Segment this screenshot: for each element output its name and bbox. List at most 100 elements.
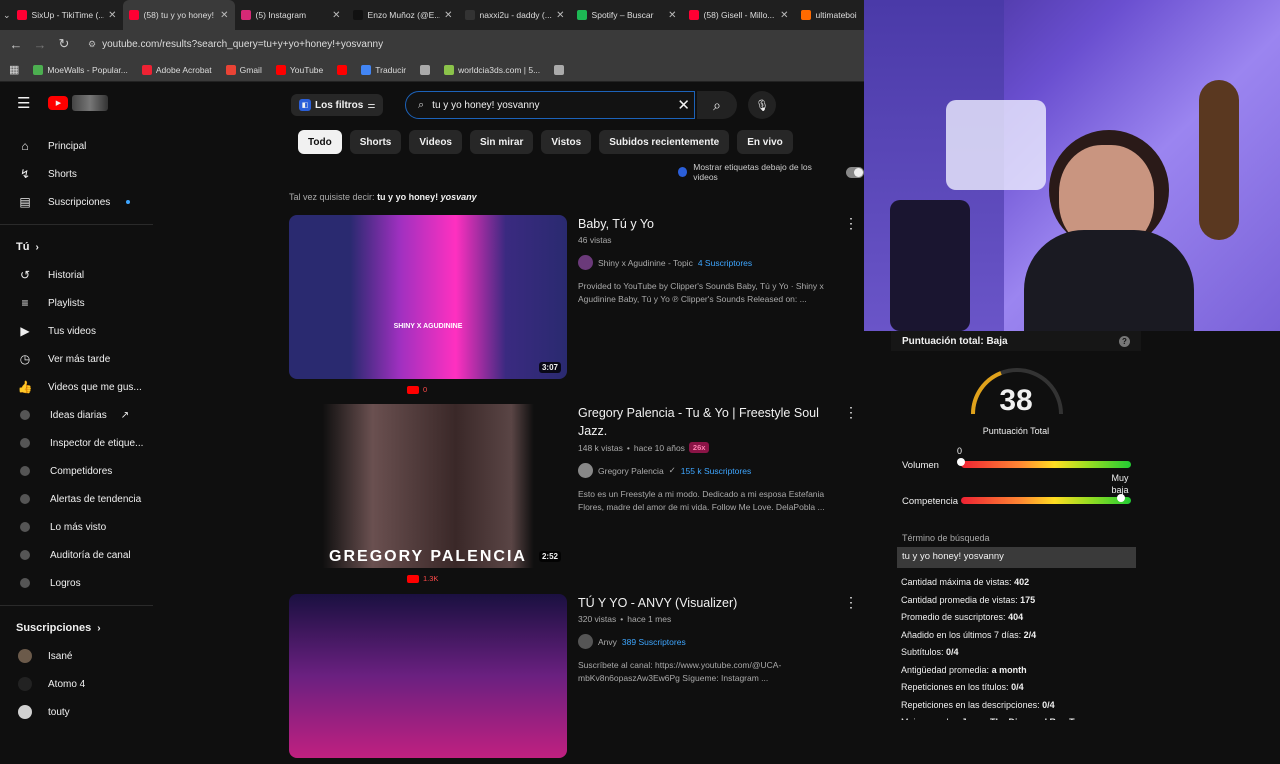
sidebar-item[interactable]: 👍 Videos que me gus... [0, 373, 155, 401]
bookmark-item[interactable]: Traducir [361, 64, 406, 75]
bookmark-item[interactable]: worldcia3ds.com | 5... [444, 64, 540, 75]
url-field[interactable]: ⚙ youtube.com/results?search_query=tu+y+… [88, 39, 383, 50]
browser-tab[interactable]: (58) tu y yo honey! ✕ [122, 0, 235, 30]
stat-row: Promedio de suscriptores: 404 [901, 609, 1092, 627]
channel-row[interactable]: Gregory Palencia ✓ 155 k Suscriptores [578, 463, 848, 478]
close-tab-icon[interactable]: ✕ [220, 10, 228, 21]
toggle-switch[interactable] [845, 166, 864, 178]
filter-chip[interactable]: En vivo [737, 130, 793, 154]
browser-tab[interactable]: naxxi2u - daddy (... ✕ [459, 0, 571, 30]
ideas-icon [18, 408, 32, 422]
show-labels-toggle[interactable]: Mostrar etiquetas debajo de los videos [678, 162, 864, 182]
close-tab-icon[interactable]: ✕ [108, 10, 116, 21]
filter-chip[interactable]: Subidos recientemente [599, 130, 730, 154]
sidebar-item[interactable]: Auditoría de canal [0, 541, 155, 569]
stat-value: 2/4 [1023, 629, 1037, 640]
bookmark-item[interactable] [420, 64, 431, 75]
search-box[interactable]: ⌕ tu y yo honey! yosvanny ✕ [405, 91, 695, 119]
tab-search-button[interactable]: ⌄ [3, 4, 11, 26]
video-result[interactable]: GREGORY PALENCIA 2:52 Gregory Palencia - T… [289, 404, 864, 583]
sidebar-item[interactable]: ↺ Historial [0, 261, 155, 289]
back-button[interactable]: ← [4, 37, 28, 52]
sidebar-item[interactable]: Alertas de tendencia [0, 485, 155, 513]
channel-row[interactable]: Shiny x Agudinine - Topic 4 Suscriptores [578, 255, 848, 270]
browser-tab[interactable]: (58) Gisell - Millo... ✕ [683, 0, 795, 30]
sidebar-item-label: Logros [50, 577, 81, 589]
channel-avatar[interactable] [578, 634, 593, 649]
video-thumbnail[interactable]: GREGORY PALENCIA 2:52 [289, 404, 567, 568]
more-options-icon[interactable]: ⋮ [844, 594, 858, 611]
video-result[interactable]: TÚ Y YO - ANVY (Visualizer) 320 vistas • ha… [289, 594, 864, 764]
close-tab-icon[interactable]: ✕ [780, 10, 788, 21]
channel-name[interactable]: Gregory Palencia [598, 466, 664, 476]
sidebar-item[interactable]: ≡ Playlists [0, 289, 155, 317]
filters-button[interactable]: ◧ Los filtros ⚌ [291, 94, 384, 116]
subscription-item[interactable]: Atomo 4 [0, 670, 155, 698]
video-thumbnail[interactable]: SHINY X AGUDININE 3:07 [289, 215, 567, 379]
search-input[interactable]: tu y yo honey! yosvanny [432, 100, 669, 111]
reload-button[interactable]: ↻ [52, 36, 76, 52]
you-heading[interactable]: Tú › [0, 233, 155, 261]
browser-tab[interactable]: SixUp - TikiTime (... ✕ [11, 0, 123, 30]
video-result[interactable]: SHINY X AGUDININE 3:07 Baby, Tú y Yo 46 vis… [289, 215, 864, 394]
site-info-icon[interactable]: ⚙ [88, 39, 96, 50]
video-thumbnail[interactable] [289, 594, 567, 758]
voice-search-button[interactable]: 🎙 [748, 91, 776, 119]
bookmark-item[interactable]: Gmail [225, 64, 262, 75]
subscription-item[interactable]: Isané [0, 642, 155, 670]
filter-chip[interactable]: Shorts [349, 130, 402, 154]
sidebar-item[interactable]: Competidores [0, 457, 155, 485]
video-title[interactable]: Gregory Palencia - Tu & Yo | Freestyle S… [578, 404, 848, 440]
close-tab-icon[interactable]: ✕ [444, 10, 452, 21]
did-you-mean-link[interactable]: tu y yo honey! yosvany [377, 192, 477, 202]
menu-icon[interactable]: ☰ [17, 94, 30, 112]
youtube-page: ☰ ▶ ⌂ Principal ↯ Shorts ▤ Suscripciones Tú › … [0, 84, 864, 758]
filter-chip[interactable]: Videos [409, 130, 462, 154]
video-title[interactable]: TÚ Y YO - ANVY (Visualizer) [578, 594, 848, 612]
sidebar-item[interactable]: Lo más visto [0, 513, 155, 541]
youtube-logo[interactable]: ▶ [48, 95, 109, 111]
sidebar-item[interactable]: Logros [0, 569, 155, 597]
close-tab-icon[interactable]: ✕ [332, 10, 340, 21]
bookmark-favicon-icon [420, 64, 431, 75]
sidebar-item[interactable]: ⌂ Principal [0, 132, 155, 160]
channel-avatar[interactable] [578, 255, 593, 270]
webcam-overlay [864, 0, 1280, 331]
bookmark-item[interactable]: Adobe Acrobat [141, 64, 212, 75]
filter-chip[interactable]: Sin mirar [469, 130, 534, 154]
sidebar-item[interactable]: ◷ Ver más tarde [0, 345, 155, 373]
sidebar-item[interactable]: Inspector de etique... [0, 429, 155, 457]
apps-icon[interactable]: ▦ [9, 63, 19, 76]
sidebar-item[interactable]: ▶ Tus videos [0, 317, 155, 345]
channel-avatar[interactable] [578, 463, 593, 478]
subscriptions-heading[interactable]: Suscripciones › [0, 614, 155, 642]
bookmark-item[interactable] [554, 64, 565, 75]
sidebar-item[interactable]: Ideas diarias ↗ [0, 401, 155, 429]
channel-name[interactable]: Anvy [598, 637, 617, 647]
help-icon[interactable]: ? [1119, 335, 1130, 347]
close-tab-icon[interactable]: ✕ [556, 10, 564, 21]
filter-chip[interactable]: Vistos [541, 130, 592, 154]
browser-tab[interactable]: Spotify – Buscar ✕ [571, 0, 683, 30]
search-button[interactable]: ⌕ [697, 91, 737, 119]
forward-button[interactable]: → [28, 37, 52, 52]
close-tab-icon[interactable]: ✕ [668, 10, 676, 21]
bookmark-item[interactable] [337, 64, 348, 75]
more-options-icon[interactable]: ⋮ [844, 404, 858, 421]
video-info: TÚ Y YO - ANVY (Visualizer) 320 vistas • ha… [578, 594, 848, 685]
channel-name[interactable]: Shiny x Agudinine - Topic [598, 258, 693, 268]
browser-tab[interactable]: Enzo Muñoz (@E... ✕ [347, 0, 459, 30]
more-options-icon[interactable]: ⋮ [844, 215, 858, 232]
subscriber-count: 389 Suscriptores [621, 636, 686, 647]
channel-row[interactable]: Anvy 389 Suscriptores [578, 634, 848, 649]
video-title[interactable]: Baby, Tú y Yo [578, 215, 848, 233]
sidebar-item[interactable]: ↯ Shorts [0, 160, 155, 188]
bookmark-item[interactable]: YouTube [275, 64, 323, 75]
browser-tab[interactable]: (5) Instagram ✕ [235, 0, 347, 30]
clear-search-icon[interactable]: ✕ [677, 96, 690, 114]
subscription-item[interactable]: touty [0, 698, 155, 726]
sidebar-item[interactable]: ▤ Suscripciones [0, 188, 155, 216]
filter-chip[interactable]: Todo [298, 130, 342, 154]
bookmark-item[interactable]: MoeWalls - Popular... [33, 64, 128, 75]
stat-value: 175 [1020, 594, 1036, 605]
